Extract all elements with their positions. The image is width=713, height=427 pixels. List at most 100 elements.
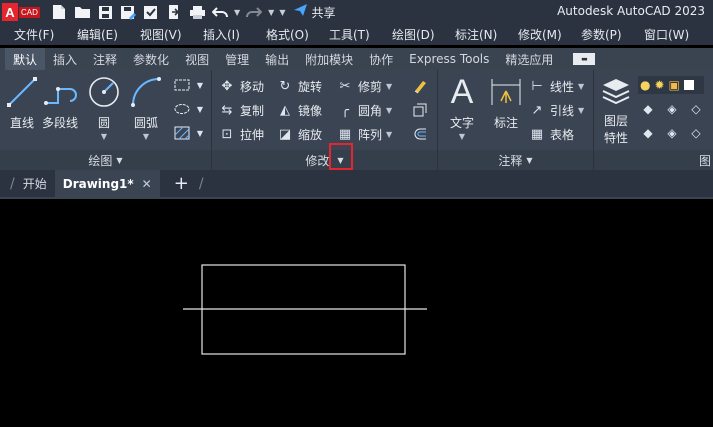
redo-icon[interactable] (245, 3, 263, 21)
stretch-icon: ⊡ (221, 126, 233, 142)
layer-properties-button[interactable]: 图层 特性 (598, 74, 634, 146)
arc-button[interactable]: 圆弧 ▼ (128, 74, 164, 141)
dimension-button[interactable]: 标注 (488, 74, 524, 131)
menu-insert[interactable]: 插入(I) (189, 26, 252, 43)
layer-state-dropdown[interactable]: ● ✹ ▣ (638, 76, 704, 94)
open-folder-icon[interactable] (73, 3, 91, 21)
fillet-button[interactable]: ╭ 圆角 ▼ (336, 100, 392, 120)
linear-button[interactable]: ⊢ 线性 ▼ (528, 76, 584, 96)
menu-window[interactable]: 窗口(W) (630, 26, 693, 43)
menu-draw[interactable]: 绘图(D) (378, 26, 441, 43)
annotation-panel-title[interactable]: 注释 ▼ (438, 150, 593, 170)
share-button[interactable]: 共享 (293, 3, 335, 21)
tab-default[interactable]: 默认 (5, 48, 46, 70)
array-button[interactable]: ▦ 阵列 ▼ (336, 124, 392, 144)
menu-dimension[interactable]: 标注(N) (441, 26, 504, 43)
fillet-dropdown-icon[interactable]: ▼ (386, 106, 392, 115)
stretch-button[interactable]: ⊡ 拉伸 (218, 124, 264, 144)
menu-edit[interactable]: 编辑(E) (63, 26, 126, 43)
circle-button[interactable]: 圆 ▼ (86, 74, 122, 141)
arc-dropdown-icon[interactable]: ▼ (143, 132, 149, 141)
text-button[interactable]: A 文字 ▼ (444, 74, 480, 141)
polyline-button[interactable]: 多段线 (42, 74, 78, 131)
menu-file[interactable]: 文件(F) (0, 26, 63, 43)
export-icon[interactable] (165, 3, 183, 21)
move-button[interactable]: ✥ 移动 (218, 76, 264, 96)
text-icon: A (450, 73, 474, 111)
tab-view[interactable]: 视图 (177, 48, 217, 70)
drawing-svg (183, 264, 427, 355)
layer-tool-2-icon[interactable]: ◈ (662, 100, 682, 118)
offset-icon[interactable] (410, 125, 430, 143)
layer-tool-3-icon[interactable]: ◇ (686, 100, 706, 118)
trim-button[interactable]: ✂ 修剪 ▼ (336, 76, 393, 96)
layer-tool-1-icon[interactable]: ◆ (638, 100, 658, 118)
rectangle-icon[interactable] (172, 76, 192, 94)
undo-icon[interactable] (211, 3, 229, 21)
menu-format[interactable]: 格式(O) (252, 26, 315, 43)
hatch-icon[interactable] (172, 124, 192, 142)
ellipse-dropdown-icon[interactable]: ▼ (190, 100, 210, 118)
menu-view[interactable]: 视图(V) (126, 26, 189, 43)
circle-dropdown-icon[interactable]: ▼ (101, 132, 107, 141)
redo-dropdown-icon[interactable]: ▼ (268, 8, 274, 17)
color-swatch-icon (683, 80, 694, 90)
tab-addins[interactable]: 附加模块 (297, 48, 361, 70)
tab-output[interactable]: 输出 (257, 48, 297, 70)
erase-icon[interactable] (410, 77, 430, 95)
leader-dropdown-icon[interactable]: ▼ (578, 106, 584, 115)
modify-panel-title[interactable]: 修改 ▼ (212, 150, 437, 170)
mirror-button[interactable]: ◭ 镜像 (276, 100, 322, 120)
quick-access-toolbar: ▼ ▼ ▼ (50, 3, 285, 21)
scale-icon: ◪ (278, 126, 292, 142)
ellipse-icon[interactable] (172, 100, 192, 118)
layer-tool-5-icon[interactable]: ◈ (662, 124, 682, 142)
draw-expand-icon: ▼ (116, 155, 123, 165)
line-button[interactable]: 直线 (4, 74, 40, 131)
annotation-expand-icon: ▼ (526, 155, 533, 165)
scale-button[interactable]: ◪ 缩放 (276, 124, 322, 144)
new-tab-icon[interactable]: + (174, 173, 189, 194)
save-as-icon[interactable] (119, 3, 137, 21)
leader-button[interactable]: ↗ 引线 ▼ (528, 100, 585, 120)
ribbon: 直线 多段线 圆 ▼ 圆弧 ▼ ▼ ▼ ▼ 绘图 ▼ ✥ 移动 ↻ 旋转 ✂ 修… (0, 70, 713, 170)
app-logo[interactable]: A CAD (2, 2, 42, 22)
start-tab[interactable]: 开始 (15, 170, 55, 197)
tab-express-tools[interactable]: Express Tools (401, 48, 497, 70)
tab-featured-apps[interactable]: 精选应用 (497, 48, 561, 70)
drawing-tab[interactable]: Drawing1* ✕ (54, 170, 160, 197)
trim-dropdown-icon[interactable]: ▼ (386, 82, 392, 91)
layer-tool-6-icon[interactable]: ◇ (686, 124, 706, 142)
copy-button[interactable]: ⇆ 复制 (218, 100, 264, 120)
tab-collaborate[interactable]: 协作 (361, 48, 401, 70)
print-icon[interactable] (188, 3, 206, 21)
undo-dropdown-icon[interactable]: ▼ (234, 8, 240, 17)
linear-dropdown-icon[interactable]: ▼ (578, 82, 584, 91)
drawing-canvas[interactable] (0, 197, 713, 427)
close-icon[interactable]: ✕ (142, 177, 152, 191)
menu-tools[interactable]: 工具(T) (315, 26, 378, 43)
tab-insert[interactable]: 插入 (45, 48, 85, 70)
array-dropdown-icon[interactable]: ▼ (386, 130, 392, 139)
table-button[interactable]: ▦ 表格 (528, 124, 574, 144)
explode-icon[interactable] (410, 101, 430, 119)
lock-icon: ▣ (668, 78, 680, 92)
layer-tool-4-icon[interactable]: ◆ (638, 124, 658, 142)
save-icon[interactable] (96, 3, 114, 21)
rotate-button[interactable]: ↻ 旋转 (276, 76, 322, 96)
tab-annotate[interactable]: 注释 (85, 48, 125, 70)
customize-qat-icon[interactable]: ▼ (279, 8, 285, 17)
open-web-icon[interactable] (142, 3, 160, 21)
hatch-dropdown-icon[interactable]: ▼ (190, 124, 210, 142)
menu-modify[interactable]: 修改(M) (504, 26, 567, 43)
menu-parametric[interactable]: 参数(P) (567, 26, 630, 43)
tab-manage[interactable]: 管理 (217, 48, 257, 70)
rectangle-dropdown-icon[interactable]: ▼ (190, 76, 210, 94)
draw-panel-title[interactable]: 绘图 ▼ (0, 150, 211, 170)
new-file-icon[interactable] (50, 3, 68, 21)
highlight-box (329, 143, 353, 170)
layers-panel-title[interactable]: 图 (594, 150, 713, 170)
tab-parametric[interactable]: 参数化 (125, 48, 177, 70)
text-dropdown-icon[interactable]: ▼ (459, 132, 465, 141)
ribbon-minimize-icon[interactable]: ▬ (573, 53, 596, 65)
